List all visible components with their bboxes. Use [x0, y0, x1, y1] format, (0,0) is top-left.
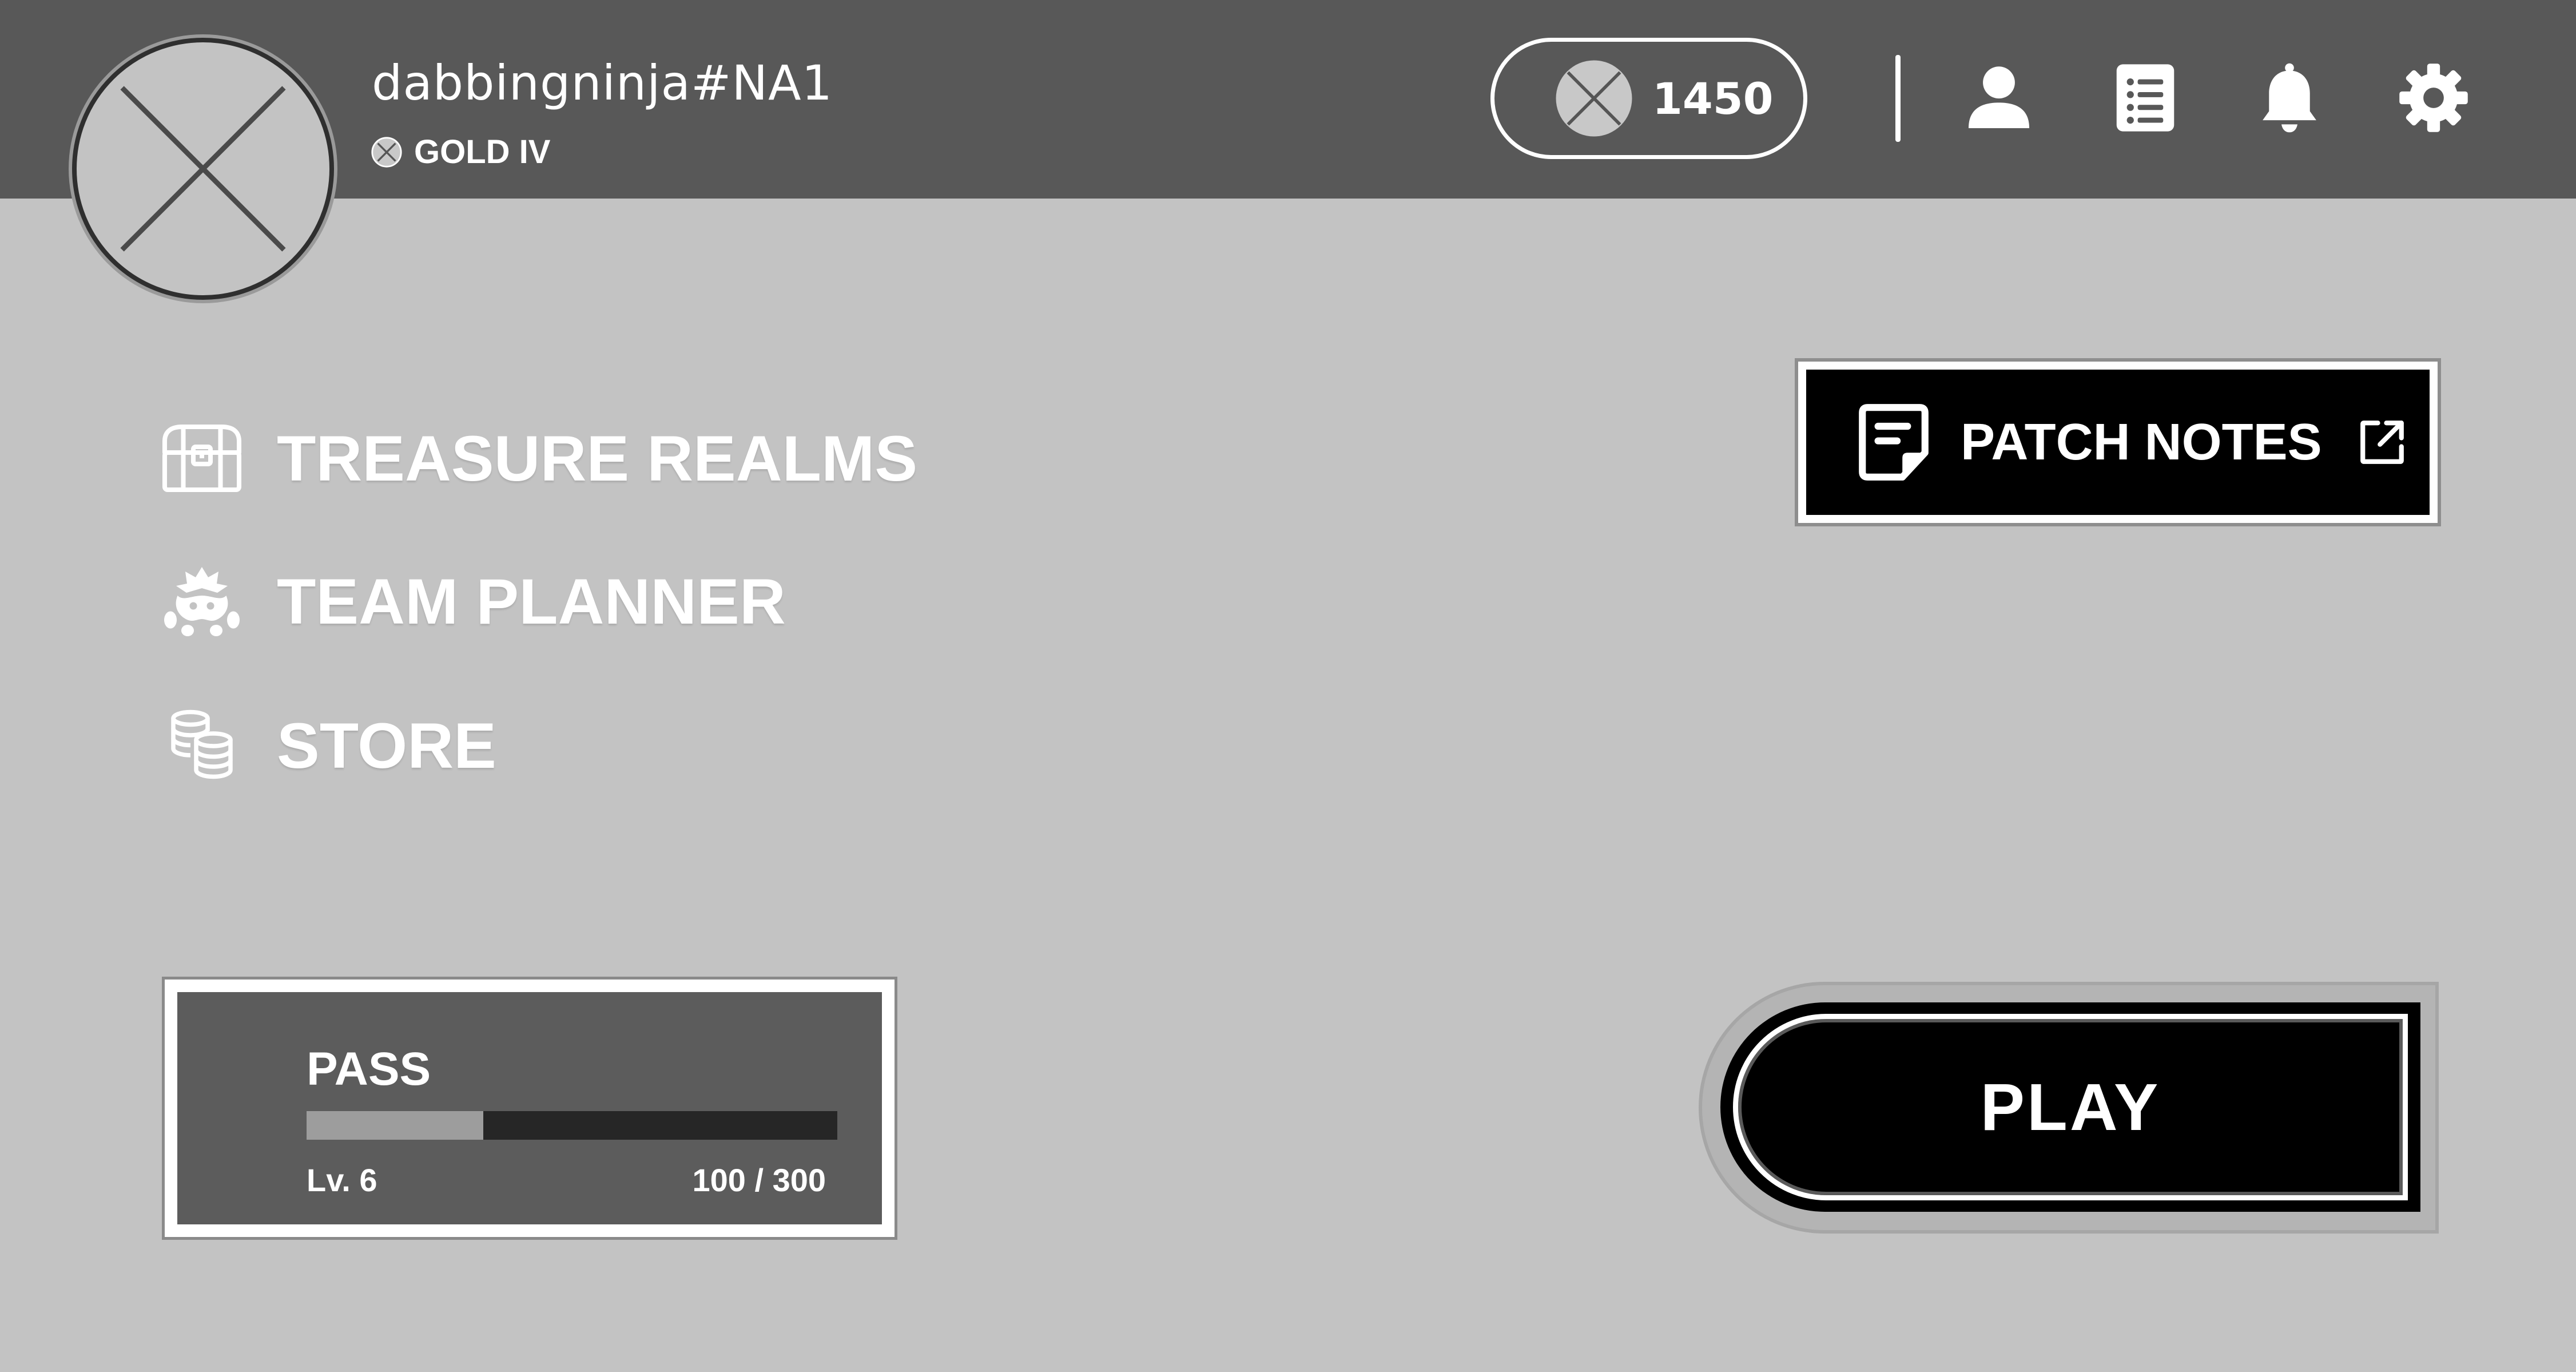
rank-emblem-icon [371, 136, 402, 168]
team-planner-icon [164, 567, 240, 636]
treasure-chest-icon [162, 425, 241, 492]
currency-pill[interactable]: 1450 [1490, 38, 1807, 159]
menu-item-team-planner[interactable]: TEAM PLANNER [159, 564, 786, 639]
pass-progress-bar [307, 1111, 837, 1140]
play-button-frame: PLAY [1702, 985, 2435, 1230]
rank-label: GOLD IV [414, 133, 551, 170]
play-label: PLAY [1980, 1070, 2161, 1144]
pass-title: PASS [307, 1043, 431, 1095]
menu-item-store[interactable]: STORE [159, 708, 496, 783]
gear-icon [2399, 64, 2468, 132]
play-button-inner: PLAY [1733, 1014, 2408, 1200]
settings-button[interactable] [2395, 60, 2472, 136]
username: dabbingninja#NA1 [372, 55, 833, 111]
pass-progress-fill [307, 1111, 484, 1140]
patch-notes-label: PATCH NOTES [1961, 413, 2322, 471]
coin-stack-icon [171, 709, 233, 779]
notifications-button[interactable] [2251, 60, 2328, 136]
rank-badge: GOLD IV [371, 133, 550, 171]
menu-label: STORE [277, 709, 496, 782]
list-icon [2116, 64, 2175, 132]
coin-icon [1556, 60, 1632, 137]
document-icon [1859, 404, 1929, 481]
pass-progress-text: 100 / 300 [692, 1162, 826, 1198]
pass-level: Lv. 6 [307, 1162, 377, 1198]
patch-notes-button[interactable]: PATCH NOTES [1798, 362, 2438, 523]
list-button[interactable] [2107, 60, 2184, 136]
profile-icon [1968, 66, 2030, 129]
menu-label: TREASURE REALMS [277, 422, 918, 494]
header-divider [1895, 55, 1901, 142]
menu-item-treasure-realms[interactable]: TREASURE REALMS [159, 421, 917, 495]
menu-label: TEAM PLANNER [277, 565, 786, 637]
external-link-icon [2360, 421, 2404, 464]
play-button[interactable]: PLAY [1720, 1002, 2420, 1212]
battle-pass-card[interactable]: PASS Lv. 6 100 / 300 [165, 980, 895, 1237]
bell-icon [2263, 63, 2316, 133]
profile-button[interactable] [1961, 60, 2037, 136]
avatar[interactable] [72, 38, 334, 300]
avatar-placeholder-icon [120, 86, 286, 252]
currency-amount: 1450 [1652, 73, 1774, 124]
